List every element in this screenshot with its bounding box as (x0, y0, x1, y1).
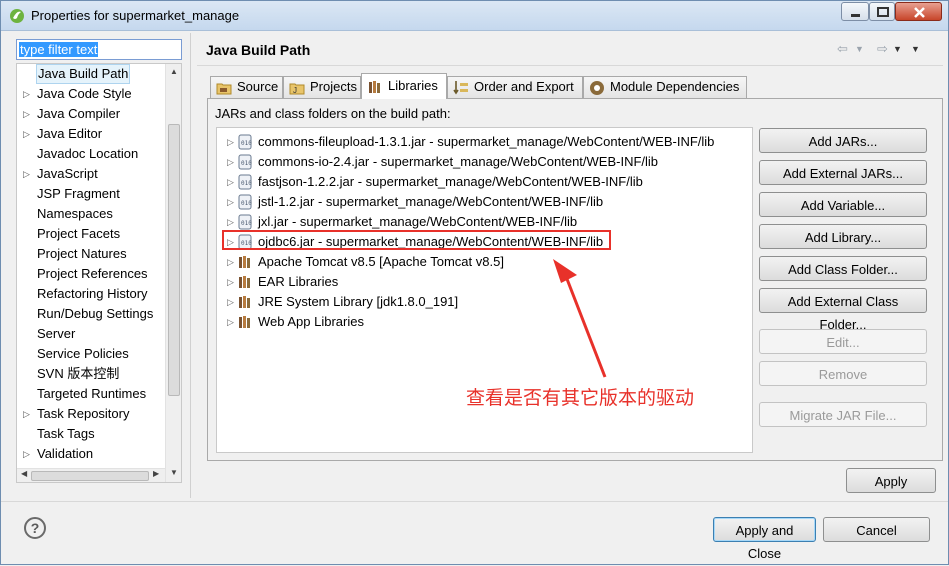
properties-dialog: Properties for supermarket_manage type f… (0, 0, 949, 565)
annotation-text: 查看是否有其它版本的驱动 (466, 388, 695, 409)
annotation-arrow (553, 259, 607, 378)
